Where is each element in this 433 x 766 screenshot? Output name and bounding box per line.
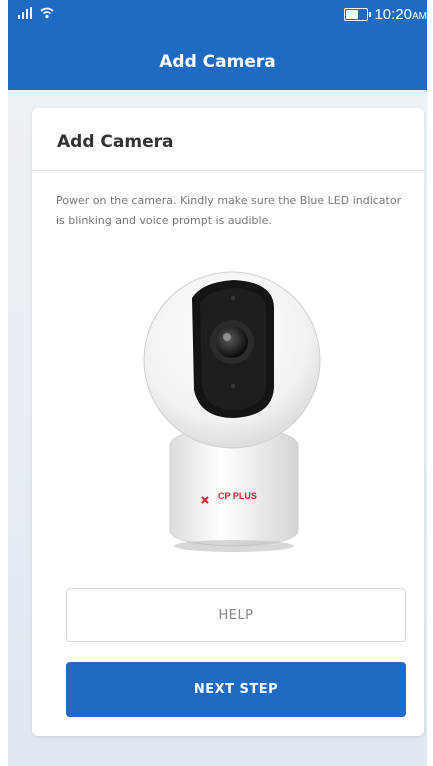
wifi-icon xyxy=(40,7,54,19)
app-screen: 10:20AM Add Camera Add Camera Power on t… xyxy=(8,0,427,766)
next-step-button[interactable]: NEXT STEP xyxy=(66,662,406,717)
status-left xyxy=(18,7,54,19)
card-divider xyxy=(32,170,424,171)
camera-image xyxy=(143,271,321,552)
battery-icon xyxy=(344,8,372,21)
instruction-text: Power on the camera. Kindly make sure th… xyxy=(56,194,402,227)
phone-bezel-right xyxy=(427,0,433,766)
status-bar: 10:20AM xyxy=(8,0,427,34)
app-header: Add Camera xyxy=(8,34,427,90)
header-title: Add Camera xyxy=(159,52,276,72)
add-camera-card: Add Camera Power on the camera. Kindly m… xyxy=(32,108,424,736)
battery-level-fill xyxy=(346,10,359,19)
help-button[interactable]: HELP xyxy=(66,588,406,642)
signal-icon xyxy=(18,7,32,19)
camera-brand-label: CP PLUS xyxy=(218,491,257,501)
card-title: Add Camera xyxy=(57,132,174,152)
status-right: 10:20AM xyxy=(344,6,427,23)
phone-bezel-left xyxy=(0,0,8,766)
status-time: 10:20AM xyxy=(374,6,427,23)
